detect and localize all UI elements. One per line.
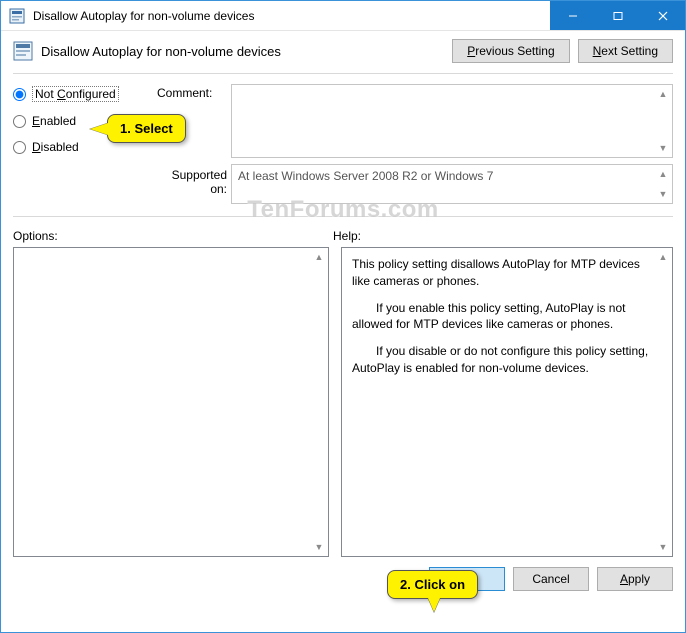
config-grid: Not Configured Enabled Disabled Comment:…: [13, 84, 673, 204]
minimize-button[interactable]: [550, 1, 595, 30]
cancel-button[interactable]: Cancel: [513, 567, 589, 591]
help-label: Help:: [333, 229, 361, 243]
radio-enabled-input[interactable]: [13, 115, 26, 128]
supported-field: At least Windows Server 2008 R2 or Windo…: [231, 164, 673, 204]
options-label: Options:: [13, 229, 333, 243]
help-text: If you disable or do not configure this …: [352, 343, 650, 377]
callout-select: 1. Select: [107, 114, 186, 143]
titlebar: Disallow Autoplay for non-volume devices: [1, 1, 685, 31]
help-panel: This policy setting disallows AutoPlay f…: [341, 247, 673, 557]
radio-not-configured[interactable]: Not Configured: [13, 86, 153, 102]
footer-buttons: OK Cancel Apply: [13, 567, 673, 591]
close-button[interactable]: [640, 1, 685, 30]
radio-enabled-label: Enabled: [32, 114, 76, 128]
radio-disabled-input[interactable]: [13, 141, 26, 154]
apply-button[interactable]: Apply: [597, 567, 673, 591]
separator: [13, 216, 673, 217]
scroll-up-icon[interactable]: ▲: [656, 250, 670, 264]
header-row: Disallow Autoplay for non-volume devices…: [13, 39, 673, 63]
radio-not-configured-label: Not Configured: [32, 86, 119, 102]
callout-click: 2. Click on: [387, 570, 478, 599]
scroll-up-icon[interactable]: ▲: [656, 167, 670, 181]
scroll-down-icon[interactable]: ▼: [656, 540, 670, 554]
mid-labels: Options: Help:: [13, 229, 673, 243]
panels-row: ▲ ▼ This policy setting disallows AutoPl…: [13, 247, 673, 557]
scroll-down-icon[interactable]: ▼: [656, 141, 670, 155]
app-icon: [9, 8, 25, 24]
window-title: Disallow Autoplay for non-volume devices: [33, 9, 550, 23]
maximize-button[interactable]: [595, 1, 640, 30]
supported-label: Supported on:: [157, 164, 227, 196]
scroll-up-icon[interactable]: ▲: [312, 250, 326, 264]
policy-icon: [13, 41, 33, 61]
help-text: If you enable this policy setting, AutoP…: [352, 300, 650, 334]
separator: [13, 73, 673, 74]
nav-buttons: Previous Setting Next Setting: [452, 39, 673, 63]
comment-field[interactable]: ▲ ▼: [231, 84, 673, 158]
supported-text: At least Windows Server 2008 R2 or Windo…: [238, 169, 493, 183]
options-panel: ▲ ▼: [13, 247, 329, 557]
radio-disabled-label: Disabled: [32, 140, 79, 154]
policy-title: Disallow Autoplay for non-volume devices: [41, 44, 444, 59]
scroll-down-icon[interactable]: ▼: [312, 540, 326, 554]
help-text: This policy setting disallows AutoPlay f…: [352, 256, 650, 290]
comment-label: Comment:: [157, 84, 227, 100]
previous-setting-button[interactable]: Previous Setting: [452, 39, 569, 63]
scroll-up-icon[interactable]: ▲: [656, 87, 670, 101]
next-setting-button[interactable]: Next Setting: [578, 39, 673, 63]
scroll-down-icon[interactable]: ▼: [656, 187, 670, 201]
radio-not-configured-input[interactable]: [13, 88, 26, 101]
window-controls: [550, 1, 685, 30]
